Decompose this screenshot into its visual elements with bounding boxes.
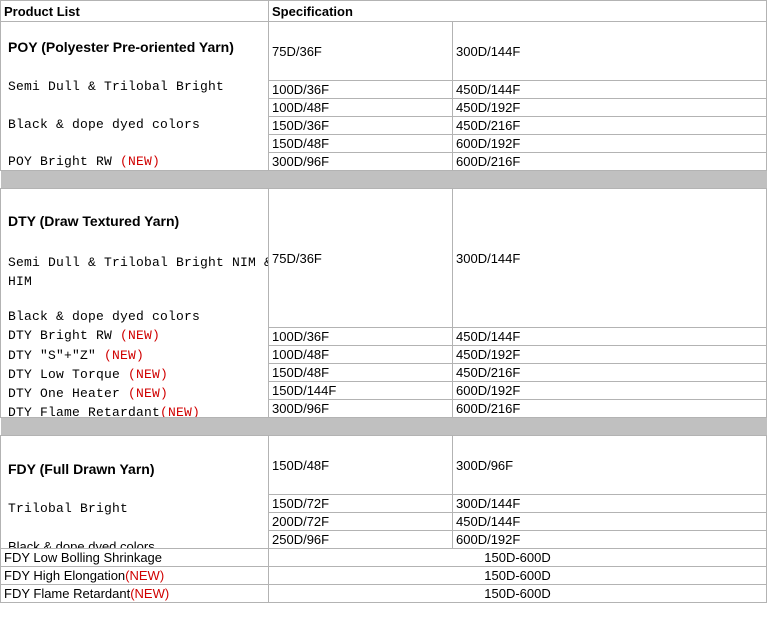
dty-spec-right-4: 450D/216F xyxy=(451,363,768,382)
poy-spec-left-5: 150D/48F xyxy=(268,134,453,153)
fdy-spec-right-2: 300D/144F xyxy=(451,494,768,513)
dty-spec-left-2: 100D/36F xyxy=(268,327,453,346)
fdy-range-label-3-text: FDY Flame Retardant xyxy=(4,586,131,601)
dty-spec-left-3: 100D/48F xyxy=(268,345,453,364)
dty-title: DTY (Draw Textured Yarn) xyxy=(8,213,180,229)
product-specification-table: Product List Specification POY (Polyeste… xyxy=(0,0,768,603)
fdy-range-row-2: FDY High Elongation(NEW) 150D-600D xyxy=(0,566,768,585)
fdy-spec-right-4: 600D/192F xyxy=(451,530,768,549)
dty-desc-line-4: DTY Bright RW (NEW) xyxy=(8,328,263,343)
dty-row-1: DTY (Draw Textured Yarn) Semi Dull & Tri… xyxy=(0,188,768,418)
dty-spec-right-1: 300D/144F xyxy=(451,188,768,328)
poy-spec-right-1: 300D/144F xyxy=(451,21,768,81)
dty-desc-line-2: HIM xyxy=(8,274,33,289)
poy-row-1: POY (Polyester Pre-oriented Yarn) Semi D… xyxy=(0,21,768,171)
fdy-description-cell: FDY (Full Drawn Yarn) Trilobal Bright Bl… xyxy=(0,435,269,549)
poy-spec-right-4: 450D/216F xyxy=(451,116,768,135)
fdy-spec-left-3: 200D/72F xyxy=(268,512,453,531)
header-product-list: Product List xyxy=(0,0,269,22)
dty-new-badge-3: (NEW) xyxy=(128,367,169,382)
fdy-spec-right-1: 300D/96F xyxy=(451,435,768,495)
fdy-range-row-1: FDY Low Bolling Shrinkage 150D-600D xyxy=(0,548,768,567)
table-header-row: Product List Specification xyxy=(0,0,768,22)
band-1-fill xyxy=(0,170,767,189)
header-specification: Specification xyxy=(267,0,768,22)
dty-spec-left-4: 150D/48F xyxy=(268,363,453,382)
dty-desc-line-8-text: DTY Flame Retardant xyxy=(8,405,161,418)
poy-title: POY (Polyester Pre-oriented Yarn) xyxy=(8,39,234,55)
poy-desc-line-3: POY Bright RW (NEW) xyxy=(8,154,263,169)
fdy-spec-left-2: 150D/72F xyxy=(268,494,453,513)
poy-desc-line-3-text: POY Bright RW xyxy=(8,154,121,169)
dty-desc-line-4-text: DTY Bright RW xyxy=(8,328,121,343)
dty-desc-line-8: DTY Flame Retardant(NEW) xyxy=(8,405,263,418)
poy-description-cell: POY (Polyester Pre-oriented Yarn) Semi D… xyxy=(0,21,269,171)
dty-description-cell: DTY (Draw Textured Yarn) Semi Dull & Tri… xyxy=(0,188,269,418)
fdy-desc-line-2: Black & dope dyed colors xyxy=(8,539,155,549)
fdy-range-value-3: 150D-600D xyxy=(267,584,768,603)
dty-desc-line-1: Semi Dull & Trilobal Bright NIM & xyxy=(8,255,269,270)
poy-spec-left-3: 100D/48F xyxy=(268,98,453,117)
dty-desc-line-6: DTY Low Torque (NEW) xyxy=(8,367,263,382)
poy-spec-right-2: 450D/144F xyxy=(451,80,768,99)
dty-desc-line-6-text: DTY Low Torque xyxy=(8,367,129,382)
fdy-spec-left-1: 150D/48F xyxy=(268,435,453,495)
fdy-range-row-3: FDY Flame Retardant(NEW) 150D-600D xyxy=(0,584,768,603)
fdy-title: FDY (Full Drawn Yarn) xyxy=(8,461,155,477)
fdy-range-label-2-text: FDY High Elongation xyxy=(4,568,126,583)
dty-desc-line-7-text: DTY One Heater xyxy=(8,386,129,401)
poy-spec-left-1: 75D/36F xyxy=(268,21,453,81)
fdy-range-label-2: FDY High Elongation(NEW) xyxy=(0,566,269,585)
fdy-range-badge-2: (NEW) xyxy=(125,568,165,583)
band-2-fill xyxy=(0,417,767,436)
fdy-range-label-3: FDY Flame Retardant(NEW) xyxy=(0,584,269,603)
spreadsheet-canvas: Product List Specification POY (Polyeste… xyxy=(0,0,772,621)
fdy-desc-line-1: Trilobal Bright xyxy=(8,501,129,516)
dty-spec-left-1: 75D/36F xyxy=(268,188,453,328)
dty-new-badge-2: (NEW) xyxy=(104,348,145,363)
dty-desc-line-7: DTY One Heater (NEW) xyxy=(8,386,263,401)
poy-spec-left-2: 100D/36F xyxy=(268,80,453,99)
fdy-range-label-1: FDY Low Bolling Shrinkage xyxy=(0,548,269,567)
dty-spec-right-3: 450D/192F xyxy=(451,345,768,364)
dty-desc-line-5-text: DTY ″S″+″Z″ xyxy=(8,348,105,363)
dty-new-badge-5: (NEW) xyxy=(160,405,201,418)
dty-spec-right-2: 450D/144F xyxy=(451,327,768,346)
poy-spec-right-6: 600D/216F xyxy=(451,152,768,171)
fdy-range-value-1: 150D-600D xyxy=(267,548,768,567)
poy-new-badge: (NEW) xyxy=(120,154,161,169)
dty-desc-line-3: Black & dope dyed colors xyxy=(8,309,201,324)
dty-spec-right-5: 600D/192F xyxy=(451,381,768,400)
fdy-spec-left-4: 250D/96F xyxy=(268,530,453,549)
fdy-spec-right-3: 450D/144F xyxy=(451,512,768,531)
fdy-range-badge-3: (NEW) xyxy=(130,586,170,601)
poy-desc-line-1: Semi Dull & Trilobal Bright xyxy=(8,79,225,94)
dty-spec-left-6: 300D/96F xyxy=(268,399,453,418)
fdy-row-1: FDY (Full Drawn Yarn) Trilobal Bright Bl… xyxy=(0,435,768,549)
dty-new-badge-1: (NEW) xyxy=(120,328,161,343)
dty-spec-right-6: 600D/216F xyxy=(451,399,768,418)
fdy-range-label-1-text: FDY Low Bolling Shrinkage xyxy=(4,550,163,565)
poy-spec-left-6: 300D/96F xyxy=(268,152,453,171)
poy-desc-line-2: Black & dope dyed colors xyxy=(8,117,201,132)
section-separator-band-2 xyxy=(0,417,767,436)
dty-desc-line-5: DTY ″S″+″Z″ (NEW) xyxy=(8,348,263,363)
poy-spec-left-4: 150D/36F xyxy=(268,116,453,135)
poy-spec-right-5: 600D/192F xyxy=(451,134,768,153)
poy-spec-right-3: 450D/192F xyxy=(451,98,768,117)
dty-spec-left-5: 150D/144F xyxy=(268,381,453,400)
fdy-range-value-2: 150D-600D xyxy=(267,566,768,585)
dty-new-badge-4: (NEW) xyxy=(128,386,169,401)
section-separator-band-1 xyxy=(0,170,767,189)
